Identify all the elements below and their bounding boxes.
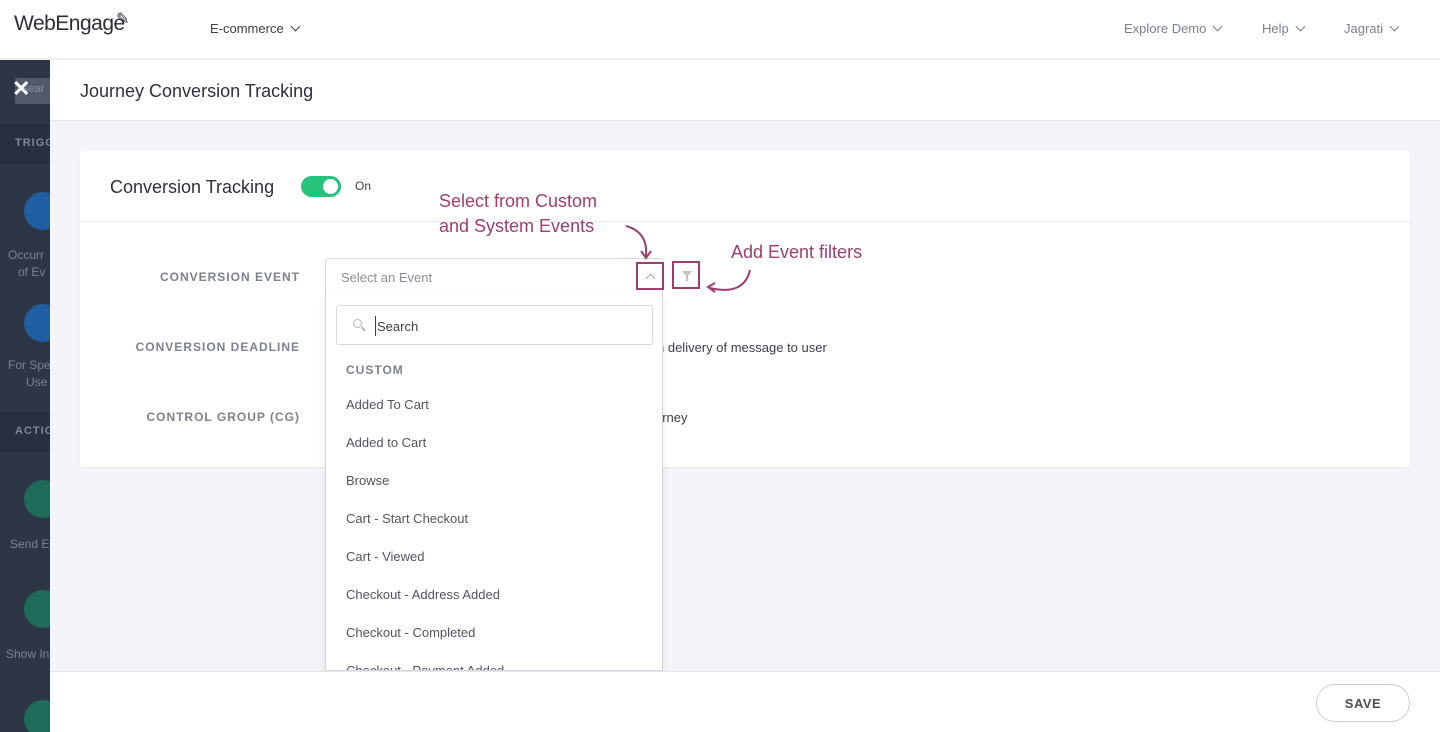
sidebar-item-label: Use — [26, 375, 48, 389]
select-placeholder: Select an Event — [341, 270, 433, 285]
project-label: E-commerce — [210, 21, 284, 36]
control-group-label: CONTROL GROUP (CG) — [146, 410, 300, 424]
conversion-event-select[interactable]: Select an Event — [325, 258, 663, 295]
chevron-down-icon — [290, 21, 301, 32]
journey-sidebar: Sear ✕ TRIGG Occurr of Ev For Spe Use AC… — [0, 60, 50, 732]
event-option[interactable]: Checkout - Completed — [346, 625, 475, 640]
csv-icon[interactable] — [24, 304, 50, 342]
panel-header: Journey Conversion Tracking — [50, 60, 1440, 121]
project-switcher[interactable]: E-commerce — [210, 21, 301, 36]
chevron-down-icon — [1295, 21, 1306, 32]
event-option[interactable]: Cart - Viewed — [346, 549, 425, 564]
event-option[interactable]: Browse — [346, 473, 389, 488]
sidebar-item-label: of Ev — [18, 265, 46, 279]
close-icon[interactable]: ✕ — [12, 76, 30, 102]
card-title: Conversion Tracking — [110, 177, 275, 197]
event-option[interactable]: Added To Cart — [346, 397, 429, 412]
star-icon[interactable] — [24, 192, 50, 230]
sidebar-item-label: Send E — [10, 537, 50, 551]
conversion-event-label: CONVERSION EVENT — [159, 270, 300, 284]
chevron-down-icon — [1389, 21, 1400, 32]
nav-label: Jagrati — [1344, 21, 1384, 36]
annotation-custom-events: Select from Custom and System Events — [439, 189, 597, 239]
section-actions: ACTIO — [0, 412, 50, 452]
conversion-tracking-toggle[interactable] — [301, 176, 341, 197]
conversion-deadline-label: CONVERSION DEADLINE — [135, 340, 300, 354]
event-option[interactable]: Checkout - Payment Added — [346, 663, 504, 670]
help-menu[interactable]: Help — [1262, 21, 1306, 36]
logo-text: WebEngage — [14, 12, 125, 35]
top-header: WebEngage ✎ E-commerce Explore Demo Help… — [0, 0, 1440, 59]
whatsapp-icon[interactable] — [24, 700, 50, 732]
group-header-custom: CUSTOM — [346, 363, 404, 377]
bird-icon: ✎ — [116, 11, 129, 28]
save-button[interactable]: SAVE — [1316, 684, 1410, 722]
annotation-line: and System Events — [439, 216, 595, 236]
page-title: Journey Conversion Tracking — [80, 81, 314, 101]
webengage-logo[interactable]: WebEngage ✎ — [14, 11, 129, 36]
toggle-label: On — [355, 179, 372, 193]
event-option[interactable]: Added to Cart — [346, 435, 426, 450]
user-menu[interactable]: Jagrati — [1344, 21, 1400, 36]
email-icon[interactable] — [24, 480, 50, 518]
arrow-to-filter — [709, 269, 751, 291]
panel-footer: SAVE — [50, 671, 1440, 732]
explore-demo-menu[interactable]: Explore Demo — [1124, 21, 1223, 36]
toggle-knob — [323, 179, 338, 194]
sidebar-item-label: For Spe — [8, 358, 50, 372]
nav-label: Help — [1262, 21, 1289, 36]
event-option[interactable]: Checkout - Address Added — [346, 587, 500, 602]
search-icon — [353, 319, 362, 328]
sidebar-item-label: Occurr — [8, 248, 44, 262]
section-triggers: TRIGG — [0, 124, 50, 164]
dropdown-search — [336, 305, 653, 345]
card-header: Conversion Tracking On — [80, 151, 1410, 222]
nav-label: Explore Demo — [1124, 21, 1207, 36]
event-search-input[interactable] — [375, 316, 635, 336]
annotation-arrows — [625, 225, 751, 293]
in-app-icon[interactable] — [24, 590, 50, 628]
annotation-line: Select from Custom — [439, 191, 598, 211]
deadline-description: n delivery of message to user — [657, 340, 827, 355]
chevron-down-icon — [1212, 21, 1223, 32]
sidebar-item-label: Show In — [6, 647, 50, 661]
event-option[interactable]: Cart - Start Checkout — [346, 511, 468, 526]
arrow-to-dropdown — [625, 225, 648, 257]
event-dropdown: CUSTOM Added To Cart Added to Cart Brows… — [325, 294, 663, 671]
